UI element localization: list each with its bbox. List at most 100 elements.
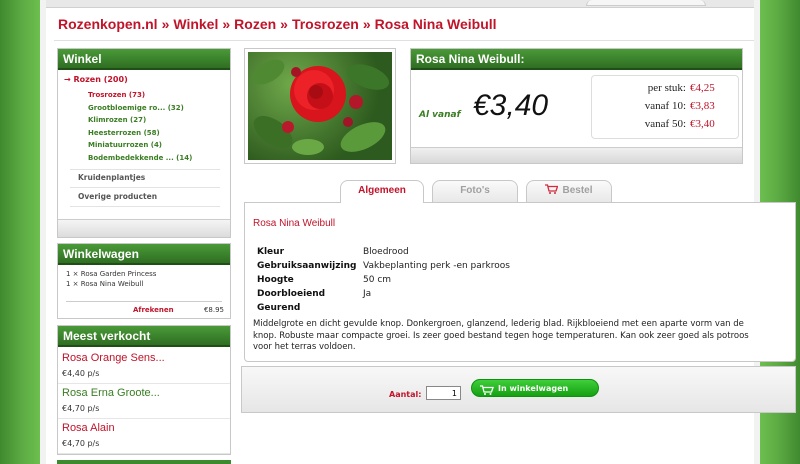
breadcrumb-separator: »	[280, 16, 288, 32]
tier-price: €3,83	[690, 100, 715, 112]
price-panel: Rosa Nina Weibull: Al vanaf €3,40 per st…	[410, 48, 743, 164]
subcategory-trosrozen[interactable]: Trosrozen (73)	[88, 91, 192, 104]
cart-total: €8.95	[203, 306, 224, 314]
spec-value	[363, 303, 510, 317]
spec-key: Hoogte	[257, 275, 294, 285]
breadcrumb-current: Rosa Nina Weibull	[374, 16, 497, 32]
subcategory-klimrozen[interactable]: Klimrozen (27)	[88, 116, 192, 129]
tab-content-general: Rosa Nina Weibull Kleur Bloedrood Gebruik…	[244, 202, 796, 362]
product-description: Middelgrote en dicht gevulde knop. Donke…	[253, 319, 749, 353]
spec-row: Geurend	[257, 303, 510, 317]
breadcrumb-separator: »	[362, 16, 371, 32]
bestseller-price: €4,70 p/s	[62, 439, 100, 448]
bestseller-item[interactable]: Rosa Erna Groote... €4,70 p/s	[58, 384, 230, 419]
spec-key: Doorbloeiend	[257, 289, 326, 299]
category-divider	[70, 206, 220, 207]
tier-label: per stuk:	[647, 82, 686, 94]
subcategory-bodembedekkende[interactable]: Bodembedekkende ... (14)	[88, 154, 192, 167]
cart-panel: Winkelwagen 1 × Rosa Garden Princess 1 ×…	[57, 243, 231, 319]
bestseller-item[interactable]: Rosa Orange Sens... €4,40 p/s	[58, 349, 230, 384]
breadcrumb-home[interactable]: Rozenkopen.nl	[58, 16, 158, 32]
shopping-cart-icon	[480, 384, 494, 395]
price-panel-footer	[411, 147, 742, 163]
breadcrumb-rozen[interactable]: Rozen	[234, 16, 276, 32]
panel-footer	[58, 219, 230, 237]
tier-price: €3,40	[690, 118, 715, 130]
breadcrumb-winkel[interactable]: Winkel	[173, 16, 218, 32]
from-price: €3,40	[473, 89, 549, 122]
product-photo-frame[interactable]	[244, 48, 396, 164]
cart-divider	[66, 301, 222, 302]
spec-value: Ja	[363, 289, 372, 299]
bestsellers-title: Meest verkocht	[58, 326, 230, 347]
breadcrumb-separator: »	[161, 16, 170, 32]
product-name-heading: Rosa Nina Weibull:	[411, 49, 742, 70]
bestseller-price: €4,40 p/s	[62, 369, 100, 378]
shopping-cart-icon-drawing	[480, 385, 494, 395]
shopping-cart-icon	[545, 182, 559, 194]
tab-general[interactable]: Algemeen	[340, 180, 424, 203]
product-title: Rosa Nina Weibull	[253, 218, 336, 229]
price-tier: vanaf 50: €3,40	[645, 118, 730, 130]
price-tier: per stuk: €4,25	[648, 82, 730, 94]
tab-order-label: Bestel	[562, 185, 593, 196]
price-tier: vanaf 10: €3,83	[645, 100, 730, 112]
subcategory-grootbloemige[interactable]: Grootbloemige ro... (32)	[88, 104, 192, 117]
top-strip-tab	[586, 0, 706, 6]
spec-key: Gebruiksaanwijzing	[257, 261, 357, 271]
quantity-label: Aantal:	[389, 390, 422, 399]
bestsellers-panel: Meest verkocht Rosa Orange Sens... €4,40…	[57, 325, 231, 455]
category-divider	[70, 187, 220, 188]
shop-panel-title: Winkel	[58, 49, 230, 70]
quantity-input[interactable]	[426, 386, 461, 400]
checkout-link[interactable]: Afrekenen	[133, 306, 174, 314]
breadcrumb: Rozenkopen.nl» Winkel» Rozen» Trosrozen» Ros…	[58, 16, 497, 32]
category-divider	[70, 169, 220, 170]
category-kruidenplantjes[interactable]: Kruidenplantjes	[78, 173, 145, 182]
spec-key: Geurend	[257, 303, 301, 313]
subcategory-miniatuurrozen[interactable]: Miniatuurrozen (4)	[88, 141, 192, 154]
cart-panel-title: Winkelwagen	[58, 244, 230, 265]
tier-label: vanaf 50:	[644, 118, 686, 130]
product-specs: Kleur Bloedrood Gebruiksaanwijzing Vakbepl…	[257, 247, 510, 317]
rose-photo	[248, 52, 392, 160]
bestseller-item[interactable]: Rosa Alain €4,70 p/s	[58, 419, 230, 454]
shop-categories-panel: Winkel → Rozen (200) Trosrozen (73) Groo…	[57, 48, 231, 238]
spec-key: Kleur	[257, 247, 285, 257]
add-to-cart-label: In winkelwagen	[498, 384, 569, 393]
top-strip	[46, 0, 754, 8]
tier-price: €4,25	[690, 82, 715, 94]
cart-items: 1 × Rosa Garden Princess 1 × Rosa Nina W…	[66, 269, 156, 289]
cart-item: 1 × Rosa Nina Weibull	[66, 280, 144, 288]
subcategory-heesterrozen[interactable]: Heesterrozen (58)	[88, 129, 192, 142]
spec-row: Kleur Bloedrood	[257, 247, 510, 261]
rose-photo-drawing	[251, 59, 390, 155]
bestseller-name[interactable]: Rosa Orange Sens...	[62, 352, 165, 364]
spec-value: Vakbeplanting perk -en parkroos	[363, 261, 510, 271]
tier-label: vanaf 10:	[644, 100, 686, 112]
cart-item: 1 × Rosa Garden Princess	[66, 270, 157, 278]
subcategory-list: Trosrozen (73) Grootbloemige ro... (32) …	[88, 91, 192, 167]
page: Rozenkopen.nl» Winkel» Rozen» Trosrozen» Ros…	[46, 0, 796, 464]
breadcrumb-separator: »	[222, 16, 231, 32]
category-overige-producten[interactable]: Overige producten	[78, 192, 157, 201]
order-bar: Aantal: In winkelwagen	[241, 366, 796, 413]
spec-row: Hoogte 50 cm	[257, 275, 510, 289]
next-panel-header	[57, 460, 231, 464]
add-to-cart-button[interactable]: In winkelwagen	[471, 379, 599, 397]
spec-row: Doorbloeiend Ja	[257, 289, 510, 303]
category-rozen[interactable]: → Rozen (200)	[64, 75, 128, 84]
breadcrumb-trosrozen[interactable]: Trosrozen	[292, 16, 359, 32]
spec-row: Gebruiksaanwijzing Vakbeplanting perk -en…	[257, 261, 510, 275]
tab-photos[interactable]: Foto's	[432, 180, 518, 202]
shopping-cart-icon-drawing	[545, 184, 559, 194]
breadcrumb-divider	[54, 40, 754, 41]
bestseller-name[interactable]: Rosa Erna Groote...	[62, 387, 160, 399]
spec-value: 50 cm	[363, 275, 392, 285]
bestseller-name[interactable]: Rosa Alain	[62, 422, 115, 434]
spec-value: Bloedrood	[363, 247, 409, 257]
tab-order[interactable]: Bestel	[526, 180, 612, 202]
price-tiers: per stuk: €4,25 vanaf 10: €3,83 vanaf 50: €…	[591, 75, 739, 139]
bestseller-price: €4,70 p/s	[62, 404, 100, 413]
from-label: Al vanaf	[419, 110, 461, 120]
